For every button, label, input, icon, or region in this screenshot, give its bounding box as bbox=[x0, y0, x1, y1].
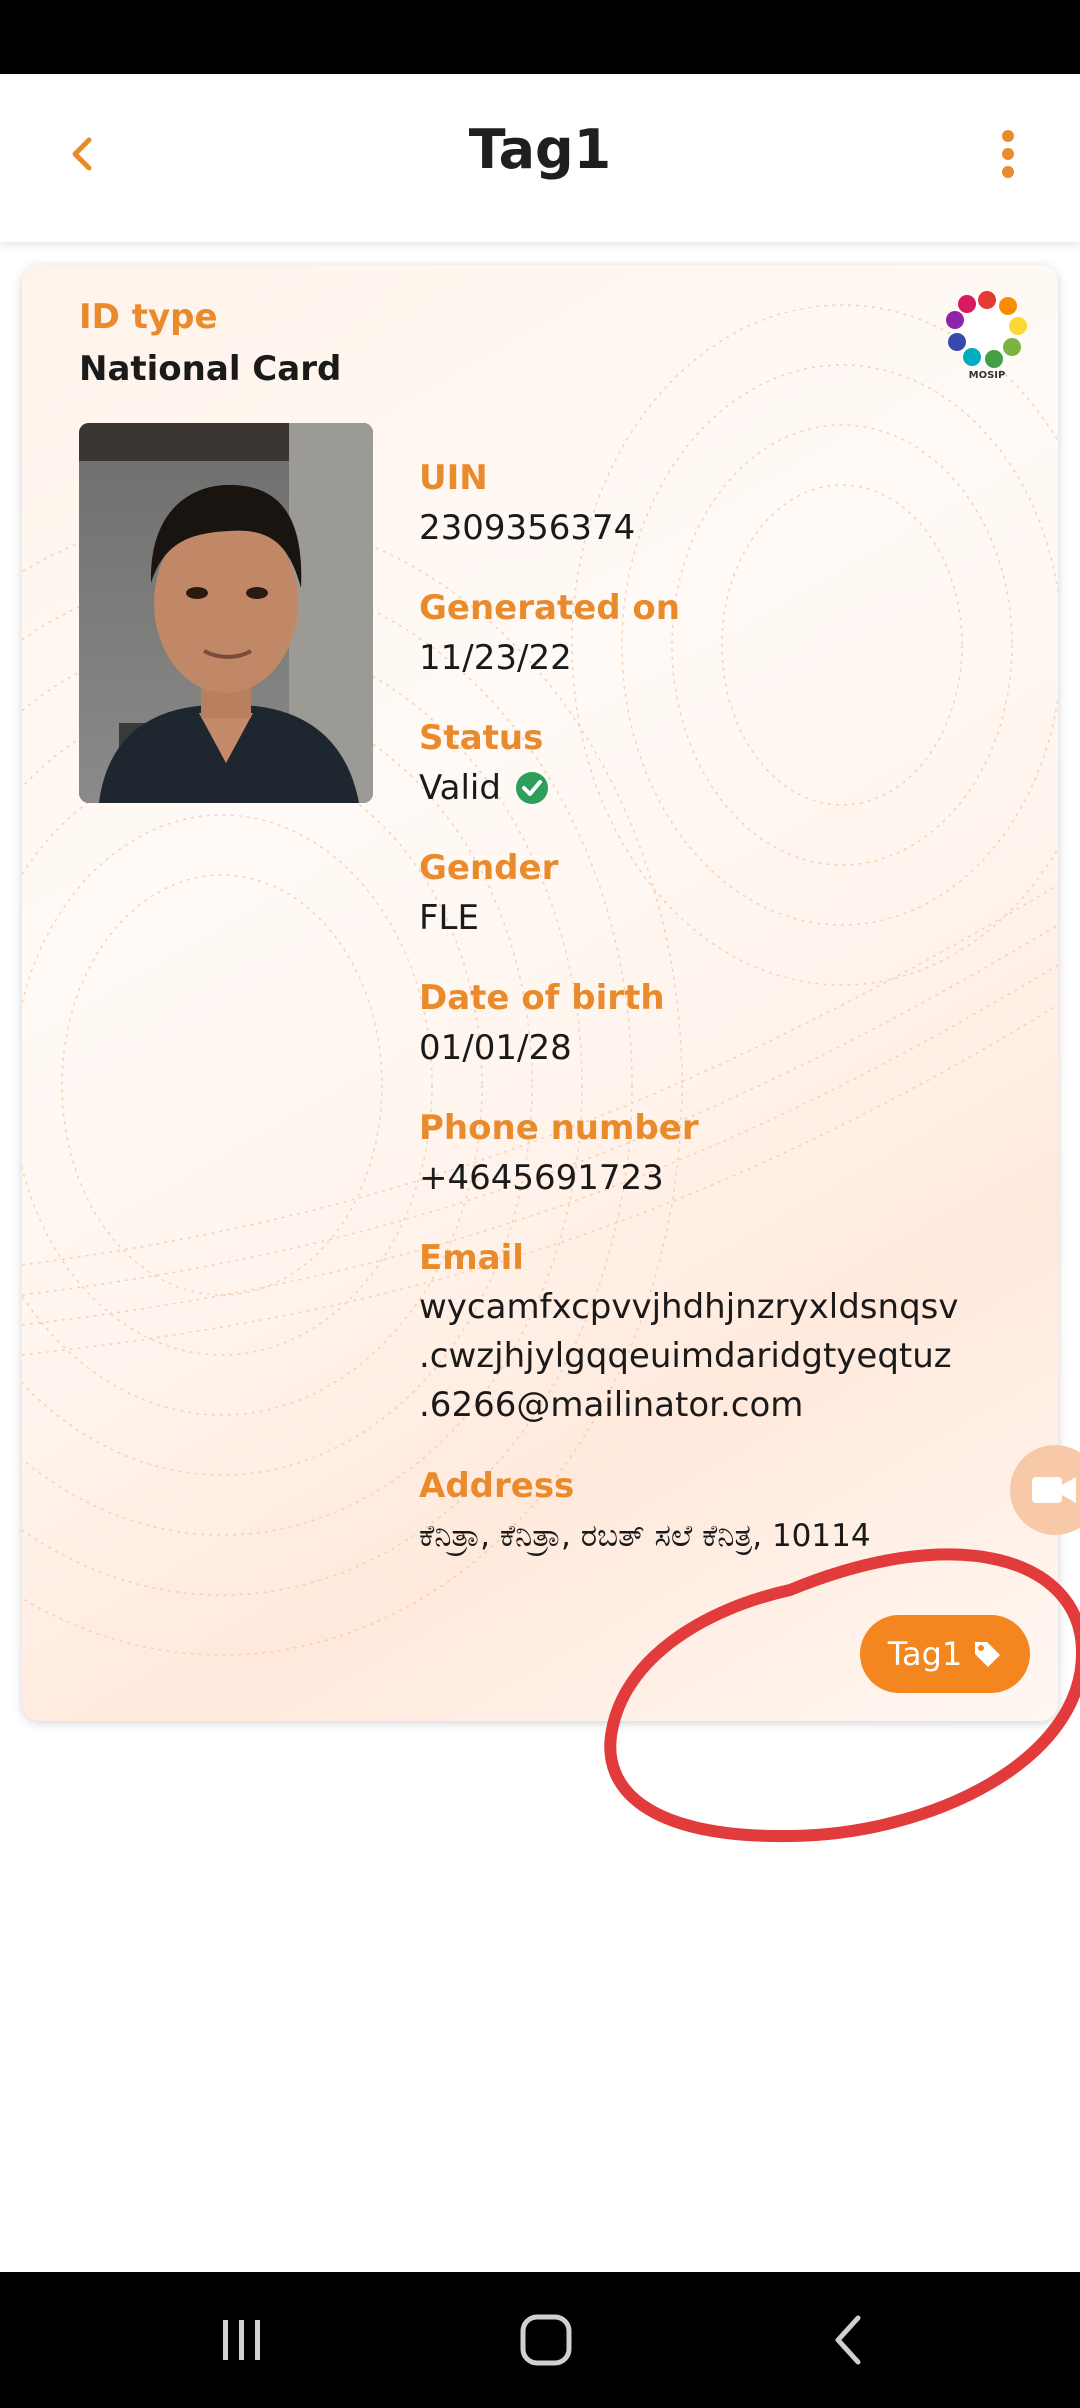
mosip-logo: MOSIP bbox=[946, 291, 1027, 380]
uin-value: 2309356374 bbox=[419, 508, 636, 548]
kebab-menu-icon bbox=[1002, 130, 1014, 178]
status-value: Valid bbox=[419, 768, 501, 808]
gender-value: FLE bbox=[419, 898, 479, 938]
generated-on-value: 11/23/22 bbox=[419, 638, 572, 678]
logo-text: MOSIP bbox=[969, 370, 1006, 380]
email-label: Email bbox=[419, 1238, 524, 1278]
app-bar: Tag1 bbox=[0, 74, 1080, 243]
home-icon bbox=[520, 2314, 572, 2366]
person-photo bbox=[79, 423, 373, 803]
tag-chip[interactable]: Tag1 bbox=[860, 1615, 1030, 1693]
email-line-2: .cwzjhjylgqqeuimdaridgtyeqtuz bbox=[419, 1336, 952, 1376]
address-label: Address bbox=[419, 1466, 575, 1506]
tag-chip-label: Tag1 bbox=[887, 1635, 963, 1673]
back-arrow-icon bbox=[835, 2315, 861, 2365]
home-button[interactable] bbox=[511, 2310, 581, 2370]
status-field: Status Valid bbox=[419, 717, 549, 813]
email-line-1: wycamfxcpvvjhdhjnzryxldsnqsv bbox=[419, 1287, 959, 1327]
email-field: Email wycamfxcpvvjhdhjnzryxldsnqsv .cwzj… bbox=[419, 1237, 958, 1430]
floating-action-button[interactable] bbox=[1010, 1445, 1080, 1535]
address-value: ಕೆನಿತ್ರಾ, ಕೆನಿತ್ರಾ, ರಬತ್ ಸಲೆ ಕೆನಿತ್ರ, 10… bbox=[419, 1518, 871, 1554]
dob-label: Date of birth bbox=[419, 978, 665, 1018]
uin-field: UIN 2309356374 bbox=[419, 457, 635, 553]
id-card[interactable]: ID type National Card MOSIP UIN 23093563… bbox=[22, 265, 1058, 1721]
phone-label: Phone number bbox=[419, 1108, 699, 1148]
recent-apps-icon bbox=[223, 2320, 260, 2360]
uin-label: UIN bbox=[419, 458, 488, 498]
system-back-button[interactable] bbox=[813, 2310, 883, 2370]
status-value-row: Valid bbox=[419, 763, 549, 813]
recent-apps-button[interactable] bbox=[207, 2310, 277, 2370]
status-bar bbox=[0, 0, 1080, 74]
id-type-label: ID type bbox=[79, 297, 218, 337]
generated-on-label: Generated on bbox=[419, 588, 680, 628]
verified-check-icon bbox=[515, 772, 548, 804]
video-icon bbox=[1032, 1477, 1076, 1503]
id-type-value: National Card bbox=[79, 349, 342, 389]
phone-value: +4645691723 bbox=[419, 1158, 664, 1198]
gender-field: Gender FLE bbox=[419, 847, 558, 943]
generated-on-field: Generated on 11/23/22 bbox=[419, 587, 680, 683]
more-options-button[interactable] bbox=[988, 124, 1028, 184]
system-navigation-bar bbox=[0, 2272, 1080, 2408]
phone-field: Phone number +4645691723 bbox=[419, 1107, 699, 1203]
dob-field: Date of birth 01/01/28 bbox=[419, 977, 665, 1073]
status-label: Status bbox=[419, 718, 544, 758]
tag-icon bbox=[975, 1642, 1001, 1667]
email-line-3: .6266@mailinator.com bbox=[419, 1385, 804, 1425]
address-field: Address ಕೆನಿತ್ರಾ, ಕೆನಿತ್ರಾ, ರಬತ್ ಸಲೆ ಕೆನ… bbox=[419, 1465, 871, 1561]
dob-value: 01/01/28 bbox=[419, 1028, 572, 1068]
page-title: Tag1 bbox=[468, 118, 612, 181]
gender-label: Gender bbox=[419, 848, 559, 888]
profile-photo bbox=[79, 423, 373, 803]
